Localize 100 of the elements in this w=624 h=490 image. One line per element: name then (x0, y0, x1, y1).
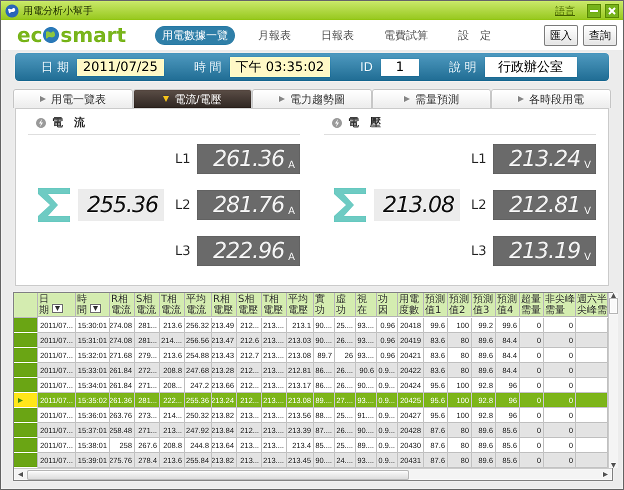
field-label: 日 期 (41, 58, 69, 76)
row-header[interactable] (14, 408, 38, 423)
minimize-button[interactable] (587, 4, 601, 18)
row-header[interactable] (14, 378, 38, 393)
filter-dropdown[interactable] (90, 304, 101, 313)
field-value: 1 (380, 58, 419, 76)
field-label: 時 間 (194, 58, 222, 76)
bolt-icon (36, 118, 46, 128)
nav-item[interactable]: 電費試算 (377, 26, 435, 44)
row-header[interactable] (14, 348, 38, 363)
nav-item[interactable]: 日報表 (314, 26, 361, 44)
column-header[interactable]: 平均電壓 (287, 293, 314, 317)
column-header[interactable]: 預測值3 (472, 293, 496, 317)
section-title: 電 流 (52, 115, 85, 130)
caret-icon (93, 306, 98, 311)
phase-label: L3 (471, 244, 487, 258)
filter-dropdown[interactable] (52, 304, 63, 313)
total-reading: 255.36 (78, 189, 164, 221)
unit-label: V (584, 206, 591, 217)
unit-label: A (288, 206, 295, 217)
nav-item[interactable]: 設 定 (451, 26, 498, 44)
row-header[interactable] (14, 453, 38, 468)
column-header[interactable]: 時間 (76, 293, 110, 317)
field-value: 下午 03:35:02 (230, 57, 330, 77)
caret-icon (404, 96, 410, 102)
column-header[interactable]: R相電流 (110, 293, 135, 317)
column-header[interactable]: 平均電流 (185, 293, 212, 317)
tab[interactable]: 需量預測 (372, 89, 492, 108)
reading-value: 213.24 (509, 149, 580, 171)
scroll-down-icon (611, 463, 616, 468)
column-header[interactable]: 預測值1 (424, 293, 448, 317)
phase-label: L2 (175, 198, 191, 212)
reading-value: 213.19 (509, 241, 580, 263)
caret-icon (278, 96, 285, 102)
row-header[interactable] (14, 393, 38, 408)
tab[interactable]: 用電一覽表 (13, 89, 133, 108)
phase-label: L1 (175, 152, 191, 166)
nav-item[interactable]: 月報表 (251, 26, 298, 44)
column-header[interactable]: 日期 (38, 293, 76, 317)
caret-icon (40, 96, 46, 102)
unit-label: A (288, 252, 295, 263)
field-value: 行政辦公室 (484, 57, 577, 77)
column-header[interactable]: 預測值2 (448, 293, 472, 317)
nav-item[interactable]: 用電數據一覽 (155, 26, 235, 44)
scroll-thumb[interactable] (27, 470, 409, 480)
reading-value: 281.76 (213, 195, 284, 217)
unit-label: V (584, 252, 591, 263)
column-header[interactable]: 非尖峰需量 (544, 293, 576, 317)
current-row-icon (18, 398, 23, 402)
phase-label: L3 (175, 244, 191, 258)
row-header[interactable] (14, 438, 38, 453)
toolbar-button[interactable]: 匯入 (544, 24, 578, 46)
column-header[interactable]: 預測值4 (496, 293, 520, 317)
sigma-icon (332, 187, 368, 223)
column-header[interactable]: T相電流 (160, 293, 185, 317)
reading-value: 222.96 (213, 241, 284, 263)
sigma-icon (36, 187, 72, 223)
scroll-thumb[interactable] (609, 298, 618, 314)
column-header[interactable]: 視在 (356, 293, 377, 317)
globe-icon (42, 26, 60, 44)
caret-icon (518, 96, 524, 102)
reading-value: 212.81 (509, 195, 580, 217)
caret-icon (55, 306, 60, 311)
close-button[interactable] (605, 4, 619, 18)
column-header[interactable]: 用電度數 (398, 293, 424, 317)
column-header[interactable]: 週六半尖峰需 (576, 293, 608, 317)
bolt-icon (332, 118, 342, 128)
unit-label: V (584, 160, 591, 171)
scroll-right-icon (603, 472, 608, 477)
row-header[interactable] (14, 318, 38, 333)
column-header[interactable]: 超量需量 (520, 293, 544, 317)
logo-text: ec (17, 25, 42, 45)
column-header[interactable]: S相電壓 (237, 293, 262, 317)
phase-label: L2 (471, 198, 487, 212)
language-link[interactable]: 語言 (555, 4, 575, 18)
caret-icon (163, 96, 170, 102)
scroll-left-icon (18, 472, 23, 477)
phase-label: L1 (471, 152, 487, 166)
field-label: ID (360, 60, 373, 74)
reading-value: 261.36 (213, 149, 284, 171)
column-header[interactable]: 實功 (314, 293, 335, 317)
window-title: 用電分析小幫手 (23, 4, 94, 18)
column-header[interactable]: S相電流 (135, 293, 160, 317)
tab[interactable]: 電力趨勢圖 (252, 89, 372, 108)
field-value: 2011/07/25 (76, 58, 164, 76)
row-header[interactable] (14, 363, 38, 378)
row-header[interactable] (14, 333, 38, 348)
tab[interactable]: 電流/電壓 (132, 89, 252, 108)
field-label: 說 明 (448, 58, 477, 76)
column-header[interactable]: 虛功 (335, 293, 356, 317)
column-header[interactable]: T相電壓 (262, 293, 287, 317)
toolbar-button[interactable]: 查詢 (583, 24, 617, 46)
header-corner (14, 293, 38, 318)
section-title: 電 壓 (348, 115, 381, 130)
column-header[interactable]: R相電壓 (212, 293, 237, 317)
total-reading: 213.08 (374, 189, 460, 221)
row-header[interactable] (14, 423, 38, 438)
tab[interactable]: 各時段用電 (491, 89, 611, 108)
column-header[interactable]: 功因 (377, 293, 398, 317)
unit-label: A (288, 160, 295, 171)
